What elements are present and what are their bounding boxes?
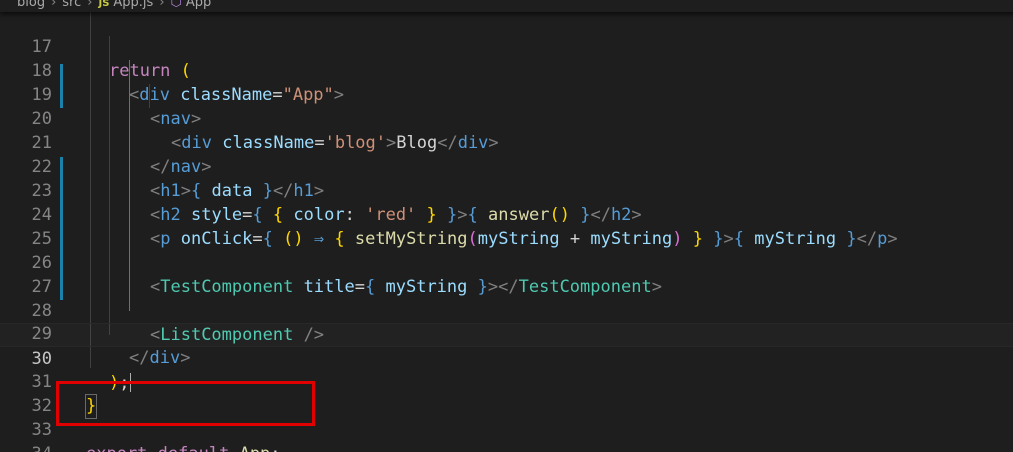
code-line[interactable]: 26 <TestComponent title={ myString }></T…	[0, 228, 1013, 297]
code-line[interactable]: 19 <nav>	[0, 60, 1013, 129]
breadcrumb-file[interactable]: App.js	[113, 0, 153, 10]
code-line[interactable]: 24 <p onClick={ () ⇒ { setMyString(myStr…	[0, 180, 1013, 249]
code-line-current[interactable]: 30 );	[0, 323, 1013, 393]
breadcrumb-folder-src[interactable]: src	[62, 0, 81, 10]
breadcrumb-folder-blog[interactable]: blog	[17, 0, 45, 10]
annotation-highlight-box	[56, 381, 315, 426]
code-line[interactable]: 18 <div className="App">	[0, 36, 1013, 105]
breadcrumb-symbol[interactable]: App	[186, 0, 211, 10]
code-line[interactable]: 21 </nav>	[0, 108, 1013, 177]
code-line[interactable]: 20 <div className='blog'>Blog</div>	[0, 84, 1013, 153]
code-line[interactable]: 25	[0, 204, 1013, 249]
line-number[interactable]: 34	[0, 443, 52, 452]
chevron-right-icon: ›	[87, 0, 93, 10]
code-line[interactable]: 23 <h2 style={ { color: 'red' } }>{ answ…	[0, 156, 1013, 225]
symbol-method-icon: ⬡	[170, 0, 182, 10]
code-line[interactable]: 17 return (	[0, 12, 1013, 81]
code-line[interactable]: 27	[0, 252, 1013, 297]
breadcrumb: blog › src › JS App.js › ⬡ App	[0, 0, 1013, 12]
code-text: export default App;	[86, 443, 281, 452]
code-line[interactable]: 29 </div>	[0, 299, 1013, 368]
code-line[interactable]: 22 <h1>{ data }</h1>	[0, 132, 1013, 201]
code-editor[interactable]: blog › src › JS App.js › ⬡ App 17 return ( 18 <d…	[0, 0, 1013, 452]
chevron-right-icon: ›	[159, 0, 165, 10]
code-line[interactable]: 28 <ListComponent />	[0, 276, 1013, 345]
code-line[interactable]: 31 }	[0, 347, 1013, 420]
js-file-icon: JS	[98, 0, 110, 9]
chevron-right-icon: ›	[51, 0, 57, 10]
